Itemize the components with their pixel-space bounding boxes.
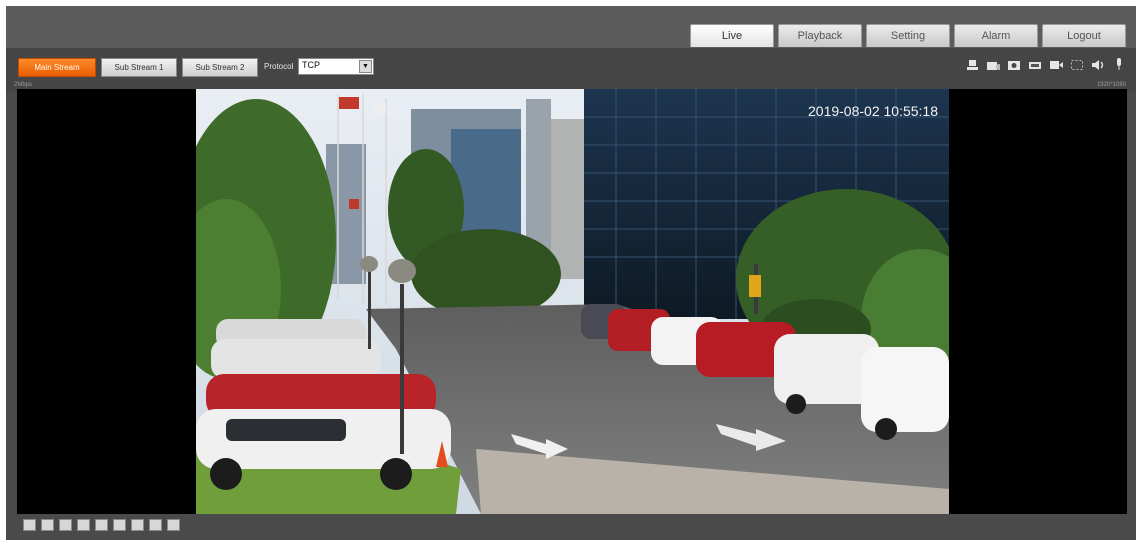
tab-alarm[interactable]: Alarm <box>954 24 1038 47</box>
fullscreen-icon[interactable] <box>59 519 72 531</box>
record-icon[interactable] <box>1049 58 1063 71</box>
window-split-icon[interactable] <box>131 519 144 531</box>
zoom-focus-icon[interactable] <box>149 519 162 531</box>
resolution-info: 1920*1080 <box>1096 82 1126 88</box>
snapshot-settings-icon[interactable] <box>986 58 1000 71</box>
web-client-window: Live Playback Setting Alarm Logout Main … <box>6 6 1136 540</box>
live-tool-icons <box>965 58 1126 71</box>
sub-stream-2-button[interactable]: Sub Stream 2 <box>182 58 258 77</box>
alarm-output-icon[interactable] <box>965 58 979 71</box>
live-toolbar: Main Stream Sub Stream 1 Sub Stream 2 Pr… <box>6 48 1136 92</box>
bitrate-info: 2Mbps <box>14 82 33 88</box>
camera-feed[interactable]: 2019-08-02 10:55:18 <box>196 89 949 514</box>
zoom-icon[interactable] <box>1070 58 1084 71</box>
microphone-icon[interactable] <box>1112 58 1126 71</box>
live-video-area[interactable]: 2019-08-02 10:55:18 <box>17 89 1127 514</box>
main-stream-button[interactable]: Main Stream <box>18 58 96 77</box>
width-height-ratio-icon[interactable] <box>77 519 90 531</box>
protocol-select[interactable]: TCP ▼ <box>298 58 374 75</box>
fisheye-icon[interactable] <box>167 519 180 531</box>
top-navigation-bar: Live Playback Setting Alarm Logout <box>6 6 1136 48</box>
audio-icon[interactable] <box>1091 58 1105 71</box>
chevron-down-icon: ▼ <box>359 60 372 73</box>
protocol-label: Protocol <box>264 62 294 71</box>
camera-scene: 2019-08-02 10:55:18 <box>196 89 949 514</box>
tab-logout[interactable]: Logout <box>1042 24 1126 47</box>
tab-setting[interactable]: Setting <box>866 24 950 47</box>
triple-snapshot-icon[interactable] <box>1028 58 1042 71</box>
fluency-icon[interactable] <box>95 519 108 531</box>
tab-playback[interactable]: Playback <box>778 24 862 47</box>
video-timestamp: 2019-08-02 10:55:18 <box>808 103 938 119</box>
snapshot-icon[interactable] <box>1007 58 1021 71</box>
bottom-toolbar <box>17 514 1127 536</box>
bottom-tool-icons <box>23 519 180 531</box>
original-size-icon[interactable] <box>41 519 54 531</box>
sub-stream-1-button[interactable]: Sub Stream 1 <box>101 58 177 77</box>
ptz-icon[interactable] <box>23 519 36 531</box>
rule-info-icon[interactable] <box>113 519 126 531</box>
main-tabs: Live Playback Setting Alarm Logout <box>690 24 1126 47</box>
protocol-value: TCP <box>302 60 320 70</box>
tab-live[interactable]: Live <box>690 24 774 47</box>
